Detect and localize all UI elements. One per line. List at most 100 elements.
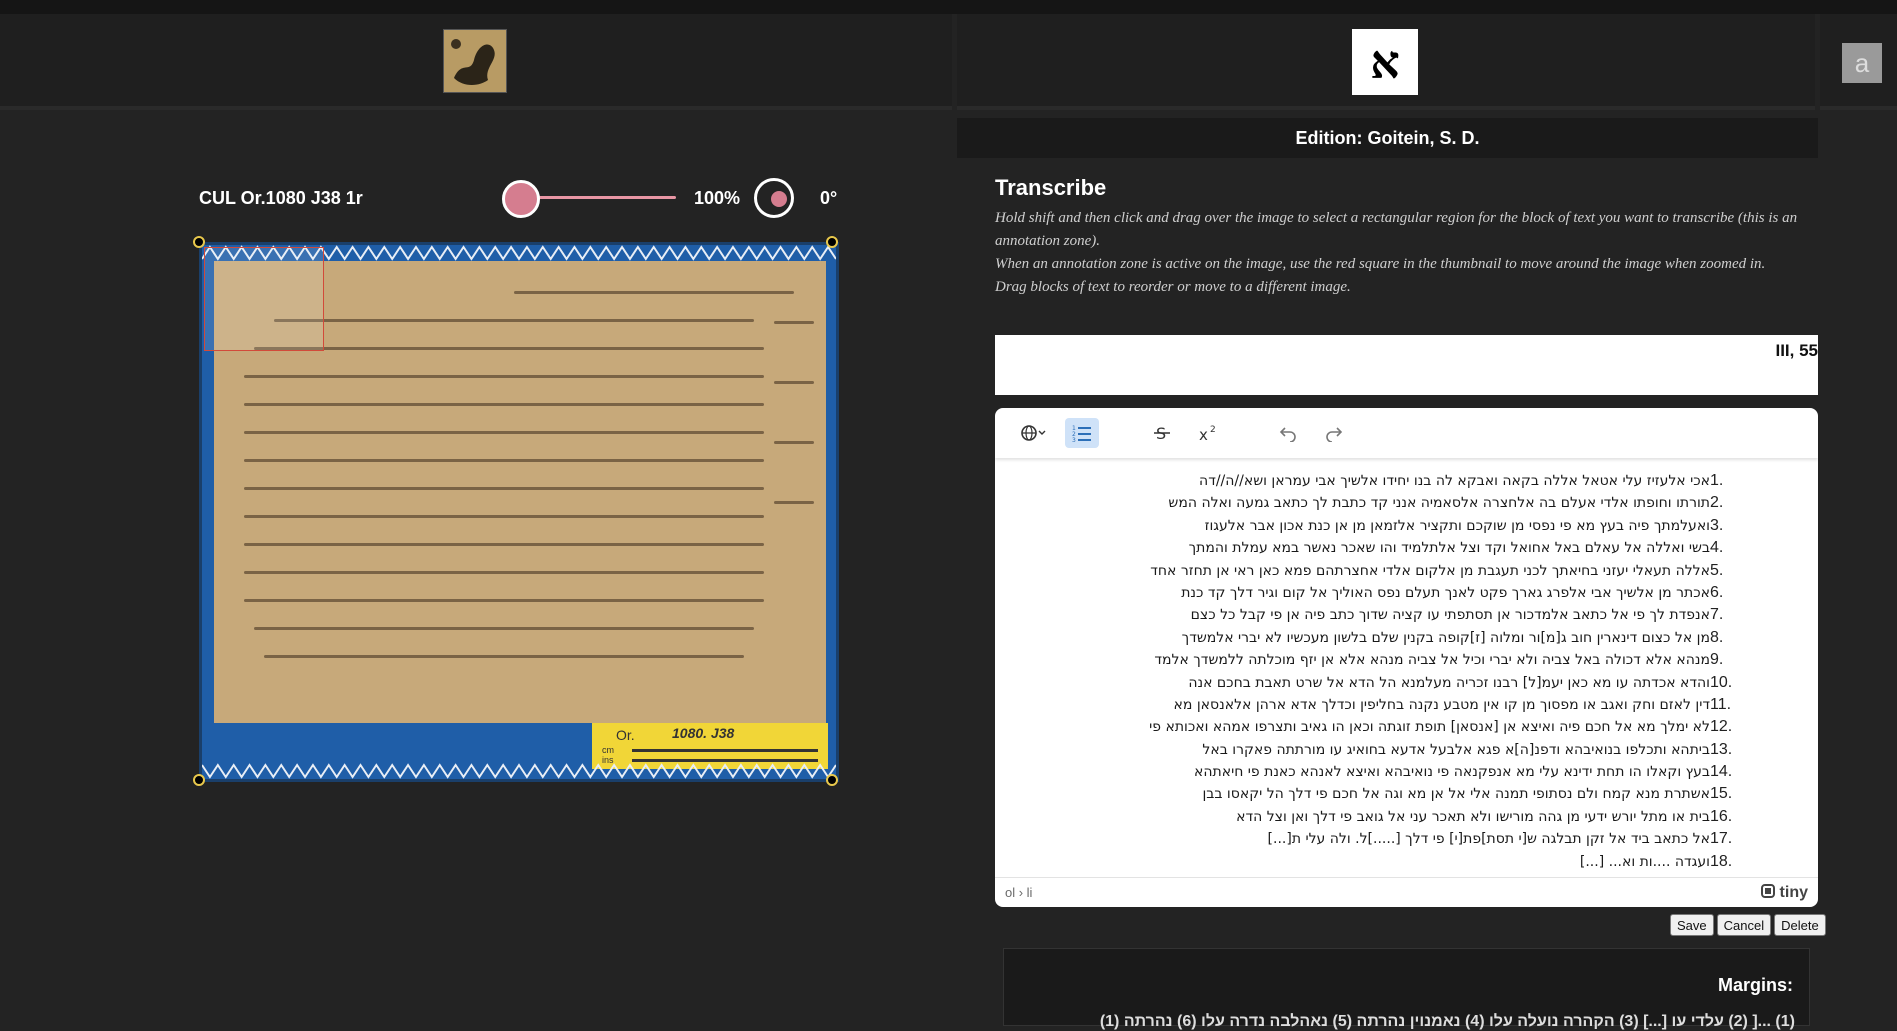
line-text[interactable]: ועגדה ....ות וא... [...]	[1580, 851, 1710, 870]
numbered-list-icon[interactable]: 123	[1065, 418, 1099, 448]
margins-block[interactable]: Margins: (1) ...[ (2) עלדי עו [...] (3) …	[1003, 948, 1810, 1030]
zoom-slider[interactable]	[502, 180, 676, 218]
line-number: 3.	[1710, 516, 1724, 534]
line-text[interactable]: והדא אכדתה עו מא כאן יעמ[ל] רבנו זכריה מ…	[1188, 672, 1710, 694]
rotation-handle[interactable]	[771, 191, 787, 207]
transcription-line[interactable]: 7. אנפדת לך פי אל כתאב אלמדכור אן תסתפתי …	[1013, 604, 1752, 626]
svg-text:x: x	[1199, 426, 1208, 442]
label-scale-ins	[632, 759, 818, 762]
line-text[interactable]: מנהא אלא דכולה באל צביה ולא יברי וכיל אל…	[1154, 649, 1710, 671]
transcribe-heading: Transcribe	[995, 175, 1107, 200]
line-number: 10.	[1710, 673, 1733, 691]
top-bar	[0, 0, 1897, 14]
editor-content[interactable]: 1. אכי אלעזיז עלי אטאל אללה בקאה ואבקא לה…	[995, 458, 1818, 870]
image-thumbnail-strip	[0, 14, 952, 110]
rotation-dial[interactable]	[754, 178, 794, 218]
transcription-line[interactable]: 6. אכתר מן אלשיך אבי אלפרג גארך פקט לאנך …	[1013, 582, 1752, 604]
manuscript-image-viewer[interactable]: Or. 1080. J38 cm ins	[199, 242, 839, 782]
line-text[interactable]: אכי אלעזיז עלי אטאל אללה בקאה ואבקא לה ב…	[1199, 470, 1710, 492]
help-line: Hold shift and then click and drag over …	[995, 210, 1798, 249]
a-thumbnail[interactable]: a	[1842, 43, 1882, 83]
shelfmark-title: CUL Or.1080 J38 1r	[199, 188, 363, 208]
manuscript-thumbnail-image	[444, 30, 506, 92]
transcription-line[interactable]: 9. מנהא אלא דכולה באל צביה ולא יברי וכיל …	[1013, 649, 1752, 671]
line-number: 6.	[1710, 583, 1724, 601]
rich-text-editor[interactable]: 123 S x2 1. אכי אלעזיז עלי אטאל אללה בקאה…	[995, 408, 1818, 907]
transcription-line[interactable]: 15. אשתרת מנא קמח ולם נסתופי תמנה אלי אל …	[1013, 783, 1752, 805]
superscript-icon[interactable]: x2	[1191, 418, 1225, 448]
locus-label[interactable]: III, 55	[1775, 341, 1818, 360]
transcribe-help: Hold shift and then click and drag over …	[995, 207, 1820, 299]
transcription-line[interactable]: 18. ועגדה ....ות וא... [...]	[1013, 851, 1752, 870]
line-text[interactable]: ביתהא ותכלפו בנואיבהא ודפנ[ה]א פגא אלבעל…	[1202, 739, 1710, 761]
tiny-brand-icon	[1761, 883, 1776, 898]
line-text[interactable]: אשתרת מנא קמח ולם נסתופי תמנה אלי אל אן …	[1202, 783, 1710, 805]
annotation-actions: Save Cancel Delete	[1670, 914, 1826, 936]
annotation-corner-handle[interactable]	[826, 774, 838, 786]
navigator-minimap[interactable]	[204, 247, 324, 351]
line-text[interactable]: בשי ואללה אל עאלם באל אחואל וקד וצל אלתל…	[1189, 537, 1710, 559]
line-number: 4.	[1710, 539, 1724, 557]
annotation-corner-handle[interactable]	[826, 236, 838, 248]
transcription-line[interactable]: 8. מן אל כצום דינארין חוב ג[מ]ור ומלוה [ז…	[1013, 627, 1752, 649]
zoom-slider-handle[interactable]	[502, 180, 540, 218]
line-text[interactable]: אללה תעאלי יעזני בחיאתך לכני תעגבת מן אל…	[1150, 560, 1710, 582]
line-text[interactable]: אל כתאב ביד אל זקן תבלגה ש[י תסת]פת[י] פ…	[1268, 828, 1710, 850]
edition-header: Edition: Goitein, S. D.	[957, 118, 1818, 158]
cancel-button[interactable]: Cancel	[1716, 914, 1772, 936]
transcription-line[interactable]: 14. בעץ וקאלו הו תחת ידינא עלי מא אנפקנאה…	[1013, 761, 1752, 783]
transcription-line[interactable]: 16. בית או מתל יורש ידעי מן גהה מורישו ול…	[1013, 806, 1752, 828]
line-text[interactable]: בעץ וקאלו הו תחת ידינא עלי מא אנפקנאה פי…	[1194, 761, 1710, 783]
undo-icon[interactable]	[1271, 418, 1305, 448]
label-number: 1080. J38	[672, 725, 735, 741]
transcription-line[interactable]: 12. לא ימלך מא אל חכם פיה ואיצא אן [אנסאן…	[1013, 716, 1752, 738]
save-button[interactable]: Save	[1670, 914, 1714, 936]
line-text[interactable]: מן אל כצום דינארין חוב ג[מ]ור ומלוה [ז]ק…	[1182, 627, 1710, 649]
line-text[interactable]: תורתו וחופתו אלדי אעלם בה אלחצרה אלסאמיה…	[1168, 492, 1710, 514]
line-text[interactable]: לא ימלך מא אל חכם פיה ואיצא אן [אנסאן] ת…	[1149, 716, 1710, 738]
transcription-thumbnail-strip: א	[957, 14, 1815, 110]
transcription-line[interactable]: 11. דין לאזם וחק ואגב או מפסוך מן קו אין …	[1013, 694, 1752, 716]
line-text[interactable]: אנפדת לך פי אל כתאב אלמדכור אן תסתפתי עו…	[1191, 604, 1710, 626]
transcription-list[interactable]: 1. אכי אלעזיז עלי אטאל אללה בקאה ואבקא לה…	[1013, 470, 1752, 870]
manuscript-thumbnail[interactable]	[443, 29, 507, 93]
line-number: 7.	[1710, 606, 1724, 624]
margins-heading: Margins:	[1717, 975, 1793, 995]
annotation-corner-handle[interactable]	[193, 774, 205, 786]
strikethrough-icon[interactable]: S	[1145, 418, 1179, 448]
alef-thumbnail[interactable]: א	[1352, 29, 1418, 95]
zoom-value: 100%	[694, 188, 741, 208]
label-cm: cm	[602, 745, 614, 755]
line-number: 9.	[1710, 651, 1724, 669]
zoom-track[interactable]	[516, 196, 676, 199]
annotation-corner-handle[interactable]	[193, 236, 205, 248]
transcription-line[interactable]: 13. ביתהא ותכלפו בנואיבהא ודפנ[ה]א פגא אל…	[1013, 739, 1752, 761]
transcription-line[interactable]: 3. ואעלמתך פיה בעץ מא פי נפסי מן שוקכם ות…	[1013, 515, 1752, 537]
help-line: Drag blocks of text to reorder or move t…	[995, 279, 1351, 295]
rotation-value: 0°	[820, 188, 838, 208]
tiny-logo[interactable]: tiny	[1761, 883, 1808, 902]
line-number: 15.	[1710, 785, 1733, 803]
globe-language-icon[interactable]	[1013, 418, 1053, 448]
transcription-line[interactable]: 5. אללה תעאלי יעזני בחיאתך לכני תעגבת מן …	[1013, 560, 1752, 582]
line-number: 18.	[1710, 852, 1733, 870]
line-number: 11.	[1710, 695, 1732, 713]
line-text[interactable]: אכתר מן אלשיך אבי אלפרג גארך פקט לאנך תע…	[1181, 582, 1710, 604]
locus-label-box[interactable]: III, 55	[995, 335, 1818, 395]
line-number: 5.	[1710, 561, 1724, 579]
line-text[interactable]: דין לאזם וחק ואגב או מפסוך מן קו אין מטב…	[1174, 694, 1710, 716]
label-prefix: Or.	[616, 727, 635, 743]
transcription-line[interactable]: 10. והדא אכדתה עו מא כאן יעמ[ל] רבנו זכרי…	[1013, 672, 1752, 694]
transcription-line[interactable]: 17. אל כתאב ביד אל זקן תבלגה ש[י תסת]פת[י…	[1013, 828, 1752, 850]
transcription-line[interactable]: 4. בשי ואללה אל עאלם באל אחואל וקד וצל אל…	[1013, 537, 1752, 559]
line-number: 2.	[1710, 494, 1724, 512]
margins-text: (1) ...[ (2) עלדי עו [...] (3) הקהרה נוע…	[1099, 1013, 1795, 1030]
line-text[interactable]: בית או מתל יורש ידעי מן גהה מורישו ולא ת…	[1236, 806, 1710, 828]
transcription-line[interactable]: 2. תורתו וחופתו אלדי אעלם בה אלחצרה אלסאמ…	[1013, 492, 1752, 514]
element-path[interactable]: ol › li	[1005, 885, 1032, 900]
delete-button[interactable]: Delete	[1774, 914, 1826, 936]
line-text[interactable]: ואעלמתך פיה בעץ מא פי נפסי מן שוקכם ותקצ…	[1205, 515, 1710, 537]
transcription-line[interactable]: 1. אכי אלעזיז עלי אטאל אללה בקאה ואבקא לה…	[1013, 470, 1752, 492]
svg-text:3: 3	[1072, 437, 1076, 442]
redo-icon[interactable]	[1317, 418, 1351, 448]
